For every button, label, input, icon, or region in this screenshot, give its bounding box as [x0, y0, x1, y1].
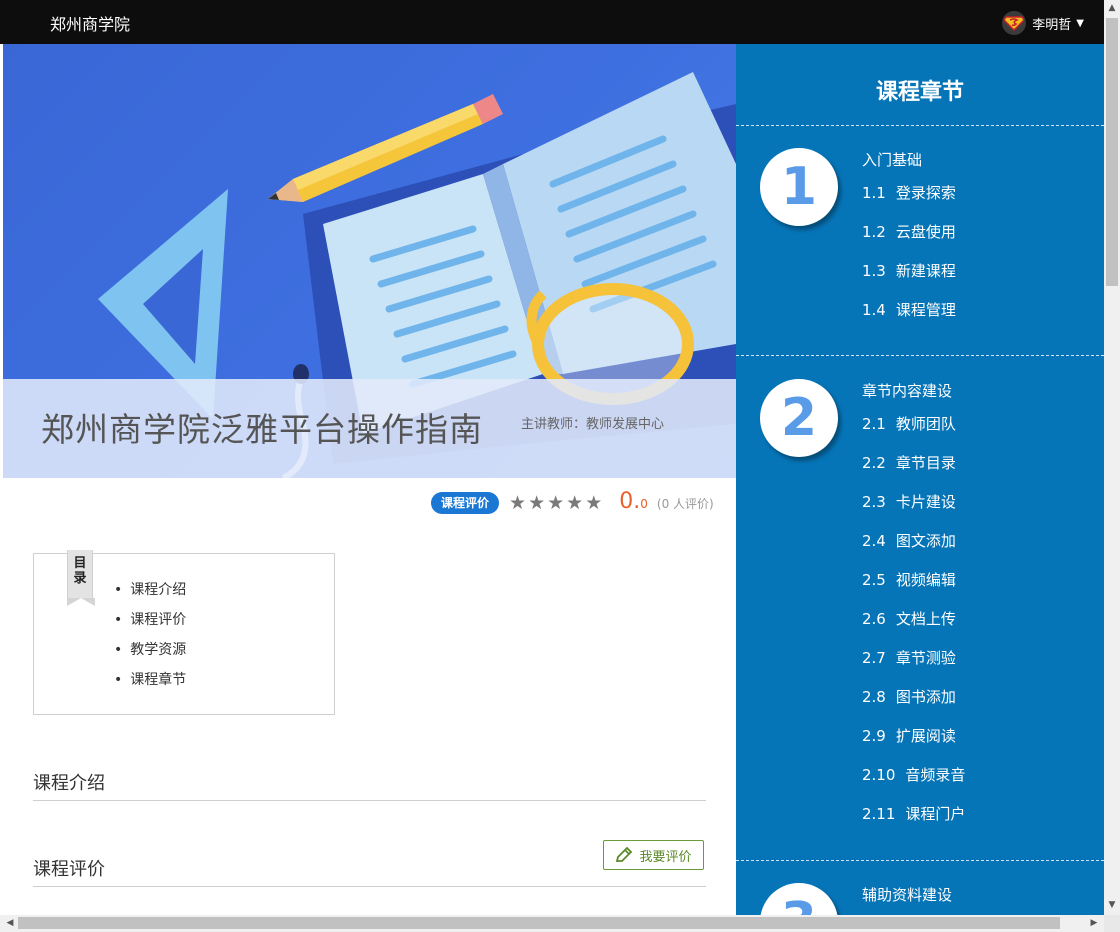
- star-icon[interactable]: ★: [566, 493, 583, 513]
- lesson-link[interactable]: 2.7 章节测验: [862, 647, 956, 668]
- lesson-link[interactable]: 2.9 扩展阅读: [862, 725, 956, 746]
- star-icon[interactable]: ★: [509, 493, 526, 513]
- lesson-link[interactable]: 2.10 音频录音: [862, 764, 965, 785]
- table-of-contents: 目录 课程介绍 课程评价 教学资源 课程章节: [33, 550, 335, 715]
- chevron-down-icon[interactable]: ▼: [1076, 18, 1084, 29]
- lesson-link[interactable]: 2.4 图文添加: [862, 530, 956, 551]
- vertical-scroll-thumb[interactable]: [1106, 18, 1118, 286]
- toc-ribbon-tail: [67, 598, 95, 606]
- teacher-label: 主讲教师：教师发展中心: [521, 417, 665, 432]
- horizontal-scrollbar[interactable]: ◀ ▶: [0, 915, 1104, 932]
- toc-item[interactable]: 课程介绍: [114, 580, 186, 610]
- rating-count: (0 人评价): [656, 496, 714, 511]
- lesson-link[interactable]: 2.1 教师团队: [862, 413, 956, 434]
- lesson-link[interactable]: 1.4 课程管理: [862, 299, 956, 320]
- divider: [736, 125, 1104, 126]
- divider: [736, 860, 1104, 861]
- rating-badge: 课程评价: [431, 492, 500, 514]
- divider: [736, 355, 1104, 356]
- write-review-button[interactable]: 我要评价: [603, 840, 704, 870]
- chapter-title[interactable]: 入门基础: [862, 149, 922, 170]
- star-icon[interactable]: ★: [585, 493, 602, 513]
- chapter-number: 3: [760, 883, 838, 915]
- course-title: 郑州商学院泛雅平台操作指南: [41, 410, 483, 449]
- lesson-link[interactable]: 2.3 卡片建设: [862, 491, 956, 512]
- lesson-link[interactable]: 2.5 视频编辑: [862, 569, 956, 590]
- chapter-title[interactable]: 辅助资料建设: [862, 884, 952, 905]
- lesson-link[interactable]: 1.3 新建课程: [862, 260, 956, 281]
- section-divider: [33, 886, 706, 887]
- write-review-label: 我要评价: [639, 849, 692, 865]
- toc-ribbon: 目录: [67, 550, 93, 598]
- vertical-scrollbar[interactable]: ▲ ▼: [1104, 0, 1120, 915]
- pencil-icon: [616, 847, 633, 862]
- user-name[interactable]: 李明哲: [1032, 14, 1071, 33]
- scroll-right-icon[interactable]: ▶: [1086, 918, 1102, 928]
- toc-list: 课程介绍 课程评价 教学资源 课程章节: [114, 580, 186, 700]
- chapter-number: 2: [760, 379, 838, 457]
- chapter-number: 1: [760, 148, 838, 226]
- scrollbar-corner: [1104, 915, 1120, 932]
- section-divider: [33, 800, 706, 801]
- rating-stars[interactable]: ★ ★ ★ ★ ★: [509, 493, 604, 513]
- toc-item[interactable]: 课程评价: [114, 610, 186, 640]
- horizontal-scroll-thumb[interactable]: [18, 917, 1060, 929]
- scroll-up-icon[interactable]: ▲: [1104, 3, 1120, 13]
- lesson-link[interactable]: 2.11 课程门户: [862, 803, 965, 824]
- brand-title[interactable]: 郑州商学院: [50, 11, 130, 35]
- star-icon[interactable]: ★: [528, 493, 545, 513]
- lesson-link[interactable]: 2.2 章节目录: [862, 452, 956, 473]
- sidebar-title: 课程章节: [875, 80, 964, 105]
- lesson-link[interactable]: 1.2 云盘使用: [862, 221, 956, 242]
- course-banner: 郑州商学院泛雅平台操作指南 主讲教师：教师发展中心: [3, 44, 736, 478]
- lesson-link[interactable]: 2.6 文档上传: [862, 608, 956, 629]
- lesson-link[interactable]: 1.1 登录探索: [862, 182, 956, 203]
- toc-item[interactable]: 教学资源: [114, 640, 186, 670]
- chapter-sidebar: 课程章节 1 入门基础 1.1 登录探索 1.2 云盘使用 1.3 新建课程 1.4 课…: [736, 44, 1104, 915]
- course-rating: 课程评价 ★ ★ ★ ★ ★ 0.0 (0 人评价): [431, 491, 714, 515]
- superman-logo-icon[interactable]: [1002, 11, 1027, 35]
- scroll-down-icon[interactable]: ▼: [1104, 900, 1120, 910]
- rating-score: 0.0: [619, 489, 648, 514]
- star-icon[interactable]: ★: [547, 493, 564, 513]
- section-title-intro: 课程介绍: [33, 773, 105, 794]
- chapter-title[interactable]: 章节内容建设: [862, 380, 952, 401]
- top-navigation-bar: 郑州商学院 李明哲 ▼: [0, 0, 1104, 44]
- user-menu[interactable]: 李明哲 ▼: [1002, 11, 1084, 35]
- toc-item[interactable]: 课程章节: [114, 670, 186, 700]
- scroll-left-icon[interactable]: ◀: [2, 918, 18, 928]
- banner-caption: 郑州商学院泛雅平台操作指南 主讲教师：教师发展中心: [3, 379, 736, 478]
- lesson-link[interactable]: 2.8 图书添加: [862, 686, 956, 707]
- section-title-evaluation: 课程评价: [33, 859, 105, 880]
